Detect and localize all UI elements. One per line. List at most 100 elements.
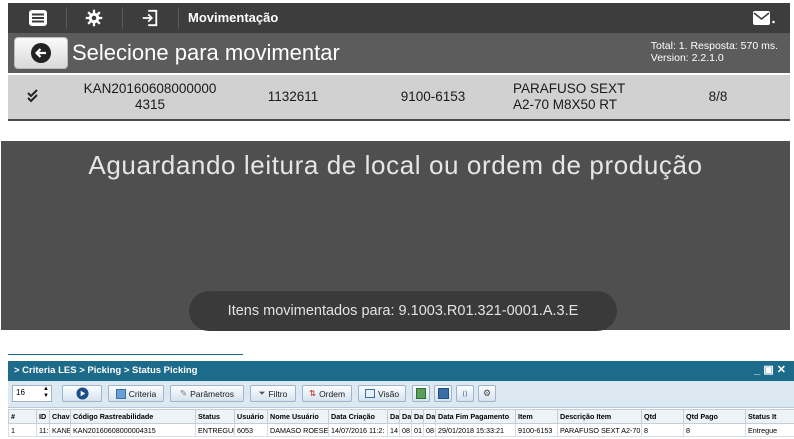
tools-button[interactable]: ⚙ — [478, 385, 496, 402]
table-row[interactable]: 1 11: KANB KAN20160608000004315 ENTREGUE… — [8, 423, 794, 437]
column-header[interactable]: Item — [515, 409, 558, 424]
toolbar-divider — [66, 7, 67, 29]
table-cell: 6053 — [234, 423, 268, 437]
mail-icon — [753, 11, 775, 25]
table-cell: 08 — [399, 423, 412, 437]
wrench-icon: ⚙ — [482, 388, 492, 398]
run-button[interactable] — [62, 385, 102, 402]
gear-icon — [85, 9, 103, 27]
column-header[interactable]: Chave — [49, 409, 71, 424]
ordem-label: Ordem — [319, 388, 346, 399]
sort-icon: ⇅ — [308, 388, 317, 398]
table-cell: KANB — [49, 423, 71, 437]
toolbar-divider — [178, 7, 179, 29]
menu-button[interactable] — [12, 3, 64, 33]
table-cell: 1 — [8, 423, 37, 437]
criteria-icon — [115, 388, 126, 399]
view-icon — [364, 389, 375, 398]
column-header[interactable]: Status — [195, 409, 235, 424]
table-cell: 9100-6153 — [515, 423, 558, 437]
window-controls[interactable]: _ ▣ ✕ — [754, 363, 786, 376]
quantity-count: 8/8 — [708, 89, 728, 104]
table-header-row: # ID Chave Código Rastreabilidade Status… — [8, 409, 794, 424]
column-header[interactable]: Da — [399, 409, 412, 424]
column-header[interactable]: Status It — [745, 409, 794, 424]
column-header[interactable]: Qtd Pago — [683, 409, 746, 424]
stepper-arrows-icon[interactable]: ▲ ▼ — [43, 386, 49, 400]
visao-label: Visão — [377, 388, 400, 399]
filtro-label: Filtro — [268, 388, 288, 399]
parametros-button[interactable]: ✎ Parâmetros — [170, 385, 244, 402]
top-bar: Movimentação — [8, 3, 790, 33]
back-arrow-icon — [31, 43, 51, 63]
column-header[interactable]: # — [8, 409, 37, 424]
column-header[interactable]: Descrição Item — [557, 409, 642, 424]
filtro-button[interactable]: ⏷ Filtro — [250, 385, 296, 402]
code-button[interactable]: ⟨⟩ — [456, 385, 474, 402]
table-cell: 11: — [36, 423, 50, 437]
page-size-value: 16 — [16, 388, 25, 397]
table-cell: ENTREGUE — [195, 423, 235, 437]
table-cell: PARAFUSO SEXT A2-70 M — [557, 423, 642, 437]
table-cell: 8 — [683, 423, 746, 437]
moved-items-toast: Itens movimentados para: 9.1003.R01.321-… — [189, 291, 617, 331]
export-button[interactable] — [412, 385, 430, 402]
column-header[interactable]: Data Criação — [328, 409, 388, 424]
criteria-label: Criteria — [128, 388, 157, 399]
parametros-label: Parâmetros — [190, 388, 235, 399]
save-button[interactable] — [434, 385, 452, 402]
tracking-code-line2: 4315 — [134, 97, 166, 112]
column-header[interactable]: Da — [411, 409, 424, 424]
menu-icon — [29, 10, 47, 26]
code-icon: ⟨⟩ — [462, 390, 468, 398]
item-description-line2: A2-70 M8X50 RT — [513, 97, 618, 112]
table-cell: 08 — [423, 423, 436, 437]
tracking-code: KAN20160608000000 4315 — [80, 81, 220, 113]
picking-table: # ID Chave Código Rastreabilidade Status… — [8, 409, 794, 437]
part-number: 9100-6153 — [400, 89, 466, 104]
pencil-icon: ✎ — [179, 388, 188, 398]
header-bar: Selecione para movimentar Total: 1. Resp… — [8, 33, 790, 73]
waiting-message: Aguardando leitura de local ou ordem de … — [88, 150, 703, 180]
breadcrumb: > Criteria LES > Picking > Status Pickin… — [14, 365, 198, 376]
column-header[interactable]: Da — [423, 409, 436, 424]
table-cell: 01 — [411, 423, 424, 437]
table-cell: 29/01/2018 15:33:21 — [435, 423, 516, 437]
movimentacao-panel: Movimentação Selecione para movimentar T… — [0, 0, 794, 124]
order-number: 1132611 — [267, 89, 319, 104]
table-cell: KAN20160608000004315 — [70, 423, 196, 437]
tracking-code-line1: KAN20160608000000 — [83, 81, 217, 96]
page-title: Selecione para movimentar — [72, 40, 340, 65]
messages-button[interactable] — [752, 8, 776, 33]
window-outline — [8, 354, 243, 361]
status-picking-window: > Criteria LES > Picking > Status Pickin… — [8, 354, 794, 439]
reading-panel: Aguardando leitura de local ou ordem de … — [1, 141, 790, 331]
item-description-line1: PARAFUSO SEXT — [513, 81, 626, 96]
double-check-icon — [26, 88, 42, 108]
column-header[interactable]: Data Fim Pagamento — [435, 409, 516, 424]
column-header[interactable]: Nome Usuário — [267, 409, 329, 424]
column-header[interactable]: Código Rastreabilidade — [70, 409, 196, 424]
criteria-button[interactable]: Criteria — [108, 385, 164, 402]
response-info: Total: 1. Resposta: 570 ms. Version: 2.2… — [651, 40, 778, 64]
export-icon — [416, 388, 426, 399]
item-description: PARAFUSO SEXT A2-70 M8X50 RT — [513, 81, 643, 113]
visao-button[interactable]: Visão — [358, 385, 406, 402]
page-size-stepper[interactable]: 16 ▲ ▼ — [12, 385, 52, 402]
column-header[interactable]: Da — [387, 409, 400, 424]
version-text: Version: 2.2.1.0 — [650, 52, 724, 64]
column-header[interactable]: Qtd — [641, 409, 684, 424]
save-icon — [437, 388, 449, 399]
toolbar-divider — [122, 7, 123, 29]
back-button[interactable] — [14, 37, 68, 69]
table-cell: 14 — [387, 423, 400, 437]
list-item[interactable]: KAN20160608000000 4315 1132611 9100-6153… — [8, 75, 790, 121]
ordem-button[interactable]: ⇅ Ordem — [302, 385, 352, 402]
app-title: Movimentação — [188, 10, 279, 25]
filter-icon: ⏷ — [258, 388, 266, 398]
settings-button[interactable] — [68, 3, 120, 33]
picking-toolbar: 16 ▲ ▼ Criteria ✎ Parâmetros ⏷ Filtro ⇅ O… — [8, 381, 794, 408]
login-button[interactable] — [124, 3, 176, 33]
column-header[interactable]: ID — [36, 409, 50, 424]
column-header[interactable]: Usuário — [234, 409, 268, 424]
